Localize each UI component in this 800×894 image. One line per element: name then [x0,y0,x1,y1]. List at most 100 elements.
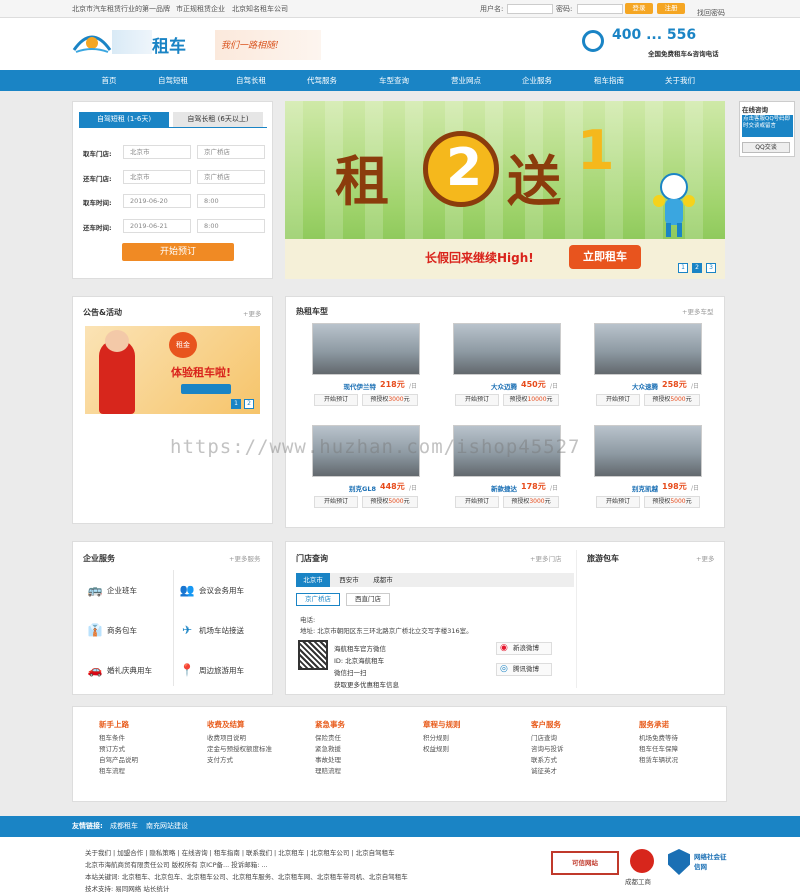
trusted-site-badge[interactable]: 可信网站 [551,851,619,875]
enterprise-item[interactable]: 🚗 婚礼庆典用车 [85,660,177,680]
footer-link[interactable]: 权益规则 [423,744,523,755]
car-name[interactable]: 大众迈腾 [447,381,517,391]
nav-enterprise[interactable]: 企业服务 [508,70,566,91]
footer-link[interactable]: 诚征英才 [531,766,631,777]
notice-page-2[interactable]: 2 [244,399,254,409]
car-name[interactable]: 现代伊兰特 [306,381,377,391]
footer-link[interactable]: 联系方式 [531,755,631,766]
branch-tab-2[interactable]: 西直门店 [346,593,390,606]
logo-icon[interactable] [72,28,112,56]
friend-link-1[interactable]: 成都租车 [110,821,138,831]
enterprise-item[interactable]: 🚌 企业班车 [85,580,177,600]
business-badge-label[interactable]: 成都工商 [625,876,651,886]
stores-more-link[interactable]: +更多门店 [530,553,561,563]
nav-guide[interactable]: 租车指南 [580,70,638,91]
banner-page-3[interactable]: 3 [706,263,716,273]
city-tab-xian[interactable]: 西安市 [334,573,364,587]
tour-more-link[interactable]: +更多 [696,553,714,563]
nav-car-search[interactable]: 车型查询 [365,70,423,91]
footer-link[interactable]: 支付方式 [207,755,307,766]
footer-link[interactable]: 自驾产品说明 [99,755,199,766]
car-photo[interactable] [453,323,561,375]
bottom-link[interactable]: 关于我们 [85,849,111,857]
book-car-button[interactable]: 开始预订 [314,394,358,406]
footer-link[interactable]: 收费项目说明 [207,733,307,744]
forgot-password-link[interactable]: 找回密码 [697,8,725,18]
banner-cta-button[interactable]: 立即租车 [569,245,641,269]
footer-link[interactable]: 紧急救援 [315,744,415,755]
footer-link[interactable]: 租赁车辆状况 [639,755,739,766]
bottom-link[interactable]: 北京租车公司 [310,849,349,857]
book-car-button[interactable]: 开始预订 [455,394,499,406]
login-button[interactable]: 登录 [625,3,653,14]
book-car-button[interactable]: 开始预订 [455,496,499,508]
pickup-city-select[interactable]: 北京市 [123,145,191,159]
footer-link[interactable]: 租车任车保障 [639,744,739,755]
tab-short-rent[interactable]: 自驾短租 (1-6天) [79,112,169,127]
return-date-input[interactable]: 2019-06-21 [123,219,191,233]
nav-short-rent[interactable]: 自驾短租 [144,70,202,91]
footer-link[interactable]: 理赔流程 [315,766,415,777]
car-name[interactable]: 新款捷达 [447,483,517,493]
bottom-link[interactable]: 隐私策略 [149,849,175,857]
car-card[interactable]: 大众速腾 258元/日 开始预订 预授权5000元 [588,321,706,411]
top-link-1[interactable]: 北京市汽车租赁行业的第一品牌 [72,4,170,14]
tencent-weibo-button[interactable]: ◎ 腾讯微博 [496,663,552,676]
banner-page-2[interactable]: 2 [692,263,702,273]
footer-link[interactable]: 定金与预授权额度标准 [207,744,307,755]
friend-link-2[interactable]: 南充网站建设 [146,821,188,831]
book-car-button[interactable]: 开始预订 [314,496,358,508]
footer-link[interactable]: 租车条件 [99,733,199,744]
bottom-link[interactable]: 北京自驾租车 [356,849,395,857]
pickup-store-select[interactable]: 京广桥店 [197,145,265,159]
car-card[interactable]: 别克凯越 198元/日 开始预订 预授权5000元 [588,423,706,513]
top-link-3[interactable]: 北京知名租车公司 [232,4,288,14]
promo-banner[interactable]: 租 2 送 1 长假回来继续High! 立即租车 1 2 3 [285,101,725,279]
sina-weibo-button[interactable]: ◉ 新浪微博 [496,642,552,655]
start-booking-button[interactable]: 开始预订 [122,243,234,261]
footer-link[interactable]: 门店查询 [531,733,631,744]
car-name[interactable]: 别克凯越 [588,483,658,493]
enterprise-item[interactable]: ✈ 机场车站接送 [177,620,269,640]
top-link-2[interactable]: 市正规租赁企业 [176,4,225,14]
register-button[interactable]: 注册 [657,3,685,14]
car-photo[interactable] [594,323,702,375]
qq-chat-button[interactable]: QQ交谈 [742,142,790,153]
branch-tab-1[interactable]: 京广桥店 [296,593,340,606]
city-tab-beijing[interactable]: 北京市 [296,573,330,587]
city-tab-chengdu[interactable]: 成都市 [368,573,398,587]
footer-link[interactable]: 租车流程 [99,766,199,777]
footer-link[interactable]: 机场免费等待 [639,733,739,744]
password-input[interactable] [577,4,623,14]
enterprise-item[interactable]: 👥 会议会务用车 [177,580,269,600]
nav-stores[interactable]: 营业网点 [437,70,495,91]
nav-home[interactable]: 首页 [80,70,138,91]
car-photo[interactable] [312,323,420,375]
bottom-link[interactable]: 在线咨询 [182,849,208,857]
enterprise-item[interactable]: 📍 周边旅游用车 [177,660,269,680]
footer-link[interactable]: 保险责任 [315,733,415,744]
bottom-link[interactable]: 北京租车 [278,849,304,857]
notice-more-link[interactable]: +更多 [243,308,261,318]
credit-network-label[interactable]: 网络社会征信网 [694,851,728,871]
car-card[interactable]: 现代伊兰特 218元/日 开始预订 预授权3000元 [306,321,424,411]
nav-about[interactable]: 关于我们 [651,70,709,91]
nav-chauffeur[interactable]: 代驾服务 [293,70,351,91]
enterprise-more-link[interactable]: +更多服务 [229,553,260,563]
pickup-hour-select[interactable]: 8:00 [197,194,265,208]
enterprise-item[interactable]: 👔 商务包车 [85,620,177,640]
book-car-button[interactable]: 开始预订 [596,496,640,508]
bottom-link[interactable]: 联系我们 [246,849,272,857]
return-city-select[interactable]: 北京市 [123,170,191,184]
hot-cars-more-link[interactable]: +更多车型 [682,306,713,316]
bottom-link[interactable]: 租车指南 [214,849,240,857]
footer-link[interactable]: 积分规则 [423,733,523,744]
car-card[interactable]: 大众迈腾 450元/日 开始预订 预授权10000元 [447,321,565,411]
footer-link[interactable]: 咨询与投诉 [531,744,631,755]
footer-link[interactable]: 预订方式 [99,744,199,755]
tab-long-rent[interactable]: 自驾长租 (6天以上) [173,112,263,127]
return-store-select[interactable]: 京广桥店 [197,170,265,184]
return-hour-select[interactable]: 8:00 [197,219,265,233]
bottom-link[interactable]: 加盟合作 [117,849,143,857]
footer-link[interactable]: 事故处理 [315,755,415,766]
